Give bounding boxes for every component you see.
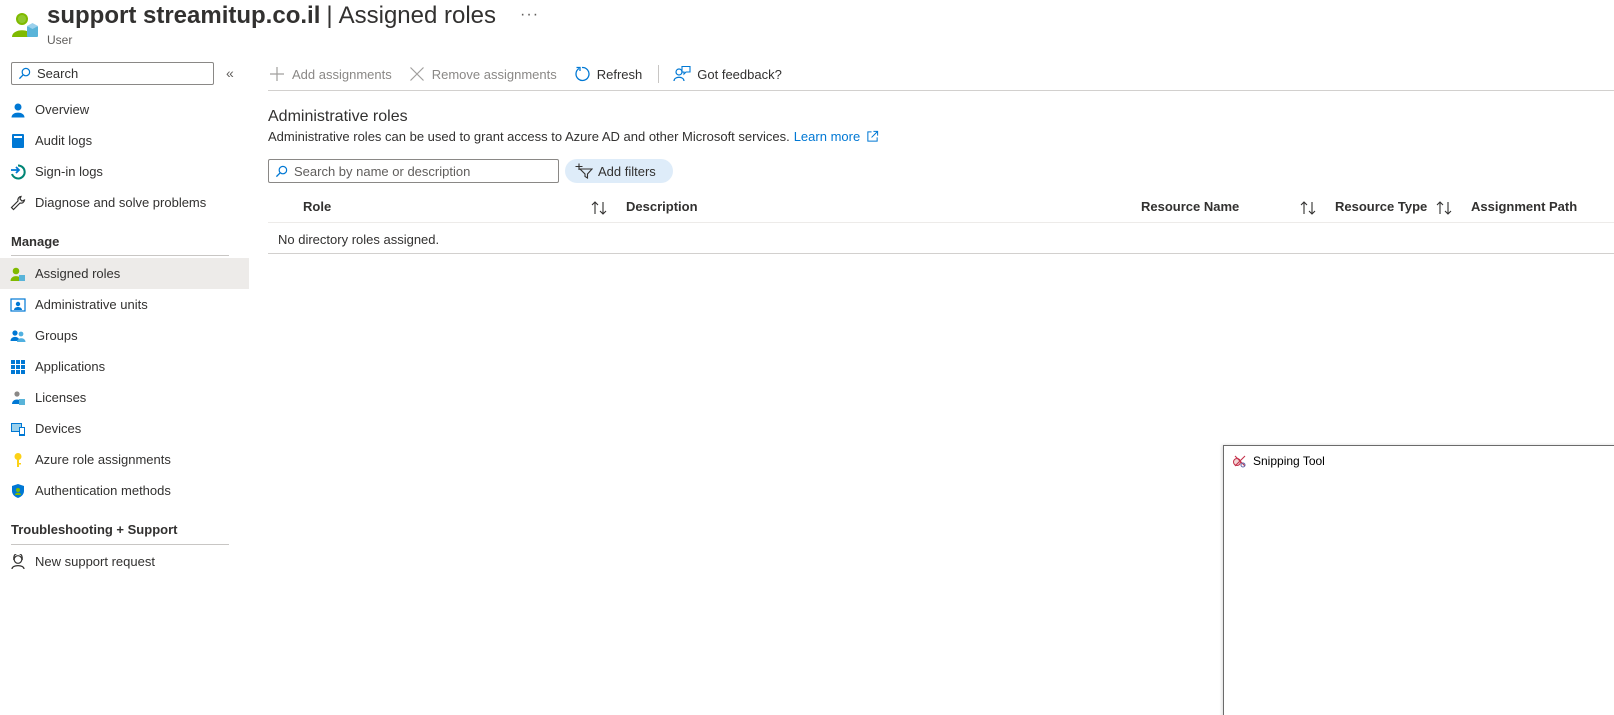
- column-header-assignment-path[interactable]: Assignment Path: [1471, 199, 1577, 214]
- column-header-resource-name[interactable]: Resource Name: [1141, 199, 1239, 214]
- refresh-label: Refresh: [596, 66, 643, 82]
- resource-type-label: User: [47, 33, 73, 47]
- sidebar-item-audit-logs[interactable]: Audit logs: [0, 125, 249, 156]
- more-options-button[interactable]: ···: [520, 6, 539, 24]
- shield-icon: [10, 483, 26, 499]
- wrench-icon: [10, 195, 26, 211]
- remove-assignments-label: Remove assignments: [431, 66, 557, 82]
- toolbar-divider-line: [268, 90, 1614, 91]
- refresh-button[interactable]: Refresh: [573, 65, 643, 83]
- add-filters-label: Add filters: [598, 163, 656, 179]
- sidebar-item-administrative-units[interactable]: Administrative units: [0, 289, 249, 320]
- sidebar-item-diagnose[interactable]: Diagnose and solve problems: [0, 187, 249, 218]
- sidebar-item-authentication-methods[interactable]: Authentication methods: [0, 475, 249, 506]
- key-icon: [10, 452, 26, 468]
- snipping-tool-titlebar[interactable]: Snipping Tool: [1232, 453, 1325, 469]
- table-row: No directory roles assigned.: [268, 223, 1614, 254]
- collapse-sidebar-button[interactable]: «: [226, 65, 234, 81]
- sidebar-item-assigned-roles[interactable]: Assigned roles: [0, 258, 249, 289]
- roles-table-header: Role Description Resource Name Resource …: [268, 193, 1614, 223]
- role-search-input[interactable]: [294, 163, 554, 179]
- divider: [11, 255, 229, 256]
- role-search[interactable]: [268, 159, 559, 183]
- column-header-role[interactable]: Role: [303, 199, 331, 214]
- page-header: support streamitup.co.il | Assigned role…: [0, 0, 1614, 56]
- add-assignments-button[interactable]: Add assignments: [268, 65, 392, 83]
- sidebar-item-label: New support request: [35, 554, 155, 569]
- sidebar-item-label: Audit logs: [35, 133, 93, 148]
- search-icon: [18, 67, 31, 80]
- book-icon: [10, 133, 26, 149]
- empty-state-message: No directory roles assigned.: [278, 232, 440, 247]
- sidebar-item-label: Overview: [35, 102, 90, 117]
- troubleshooting-heading: Troubleshooting + Support: [11, 522, 178, 537]
- user-icon: [10, 102, 26, 118]
- plus-icon: [268, 65, 286, 83]
- sidebar-search[interactable]: [11, 62, 214, 85]
- refresh-icon: [573, 65, 591, 83]
- device-icon: [10, 421, 26, 437]
- sidebar-item-azure-role-assignments[interactable]: Azure role assignments: [0, 444, 249, 475]
- sidebar-item-label: Groups: [35, 328, 78, 343]
- manage-heading: Manage: [11, 234, 60, 249]
- sidebar-item-sign-in-logs[interactable]: Sign-in logs: [0, 156, 249, 187]
- column-header-resource-type[interactable]: Resource Type: [1335, 199, 1427, 214]
- sidebar-item-new-support-request[interactable]: New support request: [0, 546, 249, 577]
- section-title: Administrative roles: [268, 108, 408, 125]
- close-icon: [408, 65, 426, 83]
- admin-units-icon: [10, 297, 26, 313]
- sidebar-item-label: Licenses: [35, 390, 87, 405]
- section-description-text: Administrative roles can be used to gran…: [268, 129, 790, 144]
- sign-in-icon: [10, 163, 26, 180]
- sidebar-search-input[interactable]: [37, 66, 207, 81]
- page-title: support streamitup.co.il | Assigned role…: [47, 2, 539, 30]
- snipping-tool-title: Snipping Tool: [1253, 454, 1325, 468]
- sidebar-item-applications[interactable]: Applications: [0, 351, 249, 382]
- sidebar-item-label: Sign-in logs: [35, 164, 103, 179]
- sidebar-item-label: Applications: [35, 359, 106, 374]
- sidebar-item-label: Administrative units: [35, 297, 148, 312]
- sidebar: « Overview Audit logs Sign-in logs Diagn…: [0, 56, 249, 715]
- resource-name: support streamitup.co.il: [47, 2, 321, 29]
- sidebar-item-label: Assigned roles: [35, 266, 121, 281]
- grid-icon: [10, 359, 26, 375]
- scissors-icon: [1233, 455, 1246, 468]
- feedback-icon: [673, 65, 691, 83]
- user-resource-icon: [10, 10, 40, 40]
- search-icon: [275, 165, 288, 177]
- license-icon: [10, 390, 26, 406]
- groups-icon: [10, 328, 26, 344]
- divider: [11, 544, 229, 545]
- sort-icon[interactable]: [590, 200, 608, 216]
- column-header-description[interactable]: Description: [626, 199, 698, 214]
- sidebar-item-groups[interactable]: Groups: [0, 320, 249, 351]
- sidebar-item-label: Azure role assignments: [35, 452, 171, 467]
- support-person-icon: [10, 553, 26, 570]
- external-link-icon[interactable]: [866, 130, 879, 143]
- title-separator: |: [326, 2, 333, 29]
- sort-icon[interactable]: [1299, 200, 1317, 216]
- command-bar: Add assignments Remove assignments Refre…: [268, 60, 798, 88]
- sidebar-item-overview[interactable]: Overview: [0, 94, 249, 125]
- section-description: Administrative roles can be used to gran…: [268, 129, 879, 144]
- assigned-roles-icon: [10, 266, 26, 282]
- sidebar-item-label: Authentication methods: [35, 483, 171, 498]
- sidebar-item-label: Devices: [35, 421, 82, 436]
- add-assignments-label: Add assignments: [292, 66, 392, 82]
- toolbar-divider: [658, 65, 660, 83]
- feedback-label: Got feedback?: [697, 66, 782, 82]
- remove-assignments-button[interactable]: Remove assignments: [408, 65, 557, 83]
- sort-icon[interactable]: [1435, 200, 1453, 216]
- learn-more-link[interactable]: Learn more: [794, 129, 860, 144]
- feedback-button[interactable]: Got feedback?: [673, 65, 782, 83]
- snipping-tool-window[interactable]: Snipping Tool: [1223, 445, 1614, 715]
- filter-icon: [575, 163, 593, 179]
- sidebar-item-label: Diagnose and solve problems: [35, 195, 207, 210]
- blade-title: Assigned roles: [338, 2, 497, 29]
- sidebar-item-devices[interactable]: Devices: [0, 413, 249, 444]
- sidebar-item-licenses[interactable]: Licenses: [0, 382, 249, 413]
- add-filters-button[interactable]: Add filters: [565, 159, 673, 183]
